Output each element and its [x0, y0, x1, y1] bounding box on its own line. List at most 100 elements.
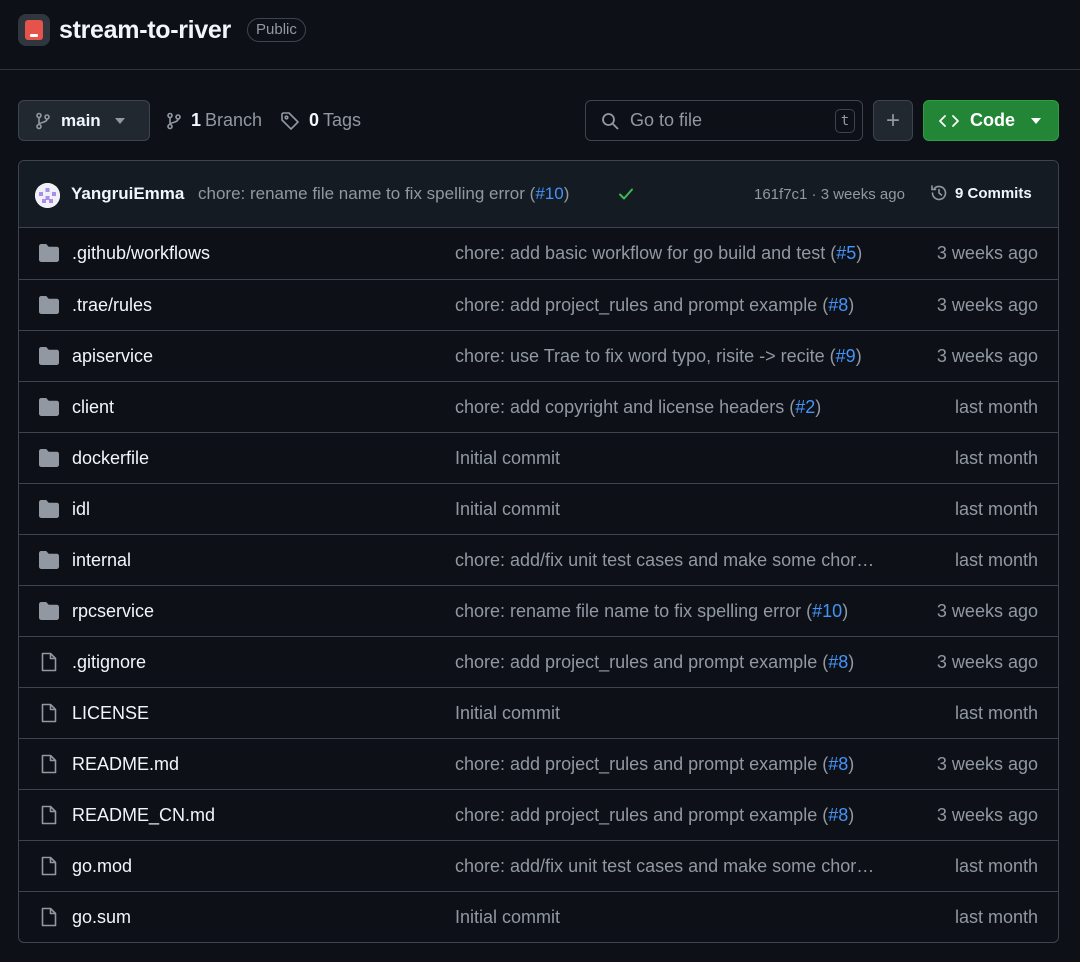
file-icon — [38, 856, 60, 876]
file-name-link[interactable]: client — [72, 397, 114, 418]
table-row[interactable]: README.md chore: add project_rules and pr… — [19, 738, 1058, 789]
avatar[interactable] — [35, 183, 60, 208]
file-name-link[interactable]: idl — [72, 499, 90, 520]
commits-count: 9 Commits — [955, 184, 1032, 202]
tags-link[interactable]: 0 Tags — [280, 100, 361, 141]
pr-link[interactable]: #8 — [828, 805, 848, 825]
file-commit-message[interactable]: chore: add copyright and license headers… — [455, 397, 821, 418]
check-icon[interactable] — [617, 185, 635, 203]
file-commit-age: last month — [954, 397, 1038, 417]
table-row[interactable]: go.mod chore: add/fix unit test cases and… — [19, 840, 1058, 891]
pr-link[interactable]: #8 — [828, 652, 848, 672]
file-commit-message[interactable]: Initial commit — [455, 448, 560, 469]
table-row[interactable]: LICENSE Initial commit last month — [19, 687, 1058, 738]
commit-author[interactable]: YangruiEmma — [71, 184, 184, 204]
pr-link[interactable]: #10 — [812, 601, 842, 621]
file-commit-age: last month — [954, 499, 1038, 519]
file-commit-message[interactable]: Initial commit — [455, 703, 560, 724]
file-icon — [38, 754, 60, 774]
file-name-link[interactable]: apiservice — [72, 346, 153, 367]
folder-icon — [38, 346, 60, 366]
branches-link[interactable]: 1 Branch — [166, 100, 262, 141]
commits-history-link[interactable]: 9 Commits — [929, 183, 1032, 203]
pr-link[interactable]: #10 — [535, 184, 563, 203]
table-row[interactable]: client chore: add copyright and license h… — [19, 381, 1058, 432]
file-commit-message[interactable]: chore: add project_rules and prompt exam… — [455, 754, 854, 775]
folder-icon — [38, 295, 60, 315]
file-name-link[interactable]: README.md — [72, 754, 179, 775]
file-browser: YangruiEmma chore: rename file name to f… — [18, 160, 1059, 943]
git-branch-icon — [35, 112, 51, 130]
table-row[interactable]: apiservice chore: use Trae to fix word ty… — [19, 330, 1058, 381]
file-name-link[interactable]: rpcservice — [72, 601, 154, 622]
caret-down-icon — [1031, 117, 1041, 124]
folder-icon — [38, 397, 60, 417]
go-to-file-input[interactable]: Go to file t — [585, 100, 863, 141]
table-row[interactable]: dockerfile Initial commit last month — [19, 432, 1058, 483]
table-row[interactable]: README_CN.md chore: add project_rules and… — [19, 789, 1058, 840]
commit-message[interactable]: chore: rename file name to fix spelling … — [198, 184, 569, 204]
pr-link[interactable]: #8 — [828, 754, 848, 774]
code-label: Code — [970, 110, 1015, 130]
shortcut-key: t — [835, 109, 855, 133]
file-commit-message[interactable]: chore: rename file name to fix spelling … — [455, 601, 848, 622]
file-name-link[interactable]: go.sum — [72, 907, 131, 928]
code-icon — [938, 113, 960, 129]
git-branch-icon — [166, 112, 182, 130]
file-commit-age: 3 weeks ago — [936, 243, 1038, 263]
repo-owner-avatar[interactable] — [18, 14, 50, 46]
file-commit-message[interactable]: chore: add/fix unit test cases and make … — [455, 550, 874, 571]
file-commit-message[interactable]: chore: add/fix unit test cases and make … — [455, 856, 874, 877]
pr-link[interactable]: #5 — [836, 243, 856, 263]
file-commit-age: last month — [954, 550, 1038, 570]
caret-down-icon — [114, 117, 125, 124]
table-row[interactable]: go.sum Initial commit last month — [19, 891, 1058, 942]
branches-label: Branch — [205, 110, 263, 130]
history-icon — [929, 183, 949, 203]
file-commit-message[interactable]: chore: add project_rules and prompt exam… — [455, 295, 854, 316]
file-commit-message[interactable]: Initial commit — [455, 499, 560, 520]
add-file-button[interactable]: + — [873, 100, 913, 141]
file-commit-message[interactable]: Initial commit — [455, 907, 560, 928]
table-row[interactable]: .github/workflows chore: add basic workfl… — [19, 228, 1058, 279]
pr-link[interactable]: #2 — [795, 397, 815, 417]
tags-label: Tags — [323, 110, 362, 130]
commit-hash-time[interactable]: 161f7c1 · 3 weeks ago — [754, 186, 905, 203]
file-name-link[interactable]: internal — [72, 550, 131, 571]
tag-icon — [280, 111, 300, 131]
visibility-badge: Public — [247, 18, 306, 42]
file-commit-age: last month — [954, 448, 1038, 468]
plus-icon: + — [885, 106, 900, 134]
folder-icon — [38, 448, 60, 468]
file-icon — [38, 703, 60, 723]
table-row[interactable]: .gitignore chore: add project_rules and p… — [19, 636, 1058, 687]
pr-link[interactable]: #9 — [836, 346, 856, 366]
file-commit-age: last month — [954, 856, 1038, 876]
file-name-link[interactable]: .gitignore — [72, 652, 146, 673]
file-commit-message[interactable]: chore: add project_rules and prompt exam… — [455, 652, 854, 673]
latest-commit-bar: YangruiEmma chore: rename file name to f… — [19, 161, 1058, 228]
file-icon — [38, 805, 60, 825]
table-row[interactable]: idl Initial commit last month — [19, 483, 1058, 534]
file-commit-message[interactable]: chore: use Trae to fix word typo, risite… — [455, 346, 862, 367]
branch-selector-button[interactable]: main — [18, 100, 150, 141]
file-name-link[interactable]: dockerfile — [72, 448, 149, 469]
pr-link[interactable]: #8 — [828, 295, 848, 315]
file-commit-message[interactable]: chore: add project_rules and prompt exam… — [455, 805, 854, 826]
file-name-link[interactable]: .trae/rules — [72, 295, 152, 316]
file-name-link[interactable]: LICENSE — [72, 703, 149, 724]
table-row[interactable]: internal chore: add/fix unit test cases a… — [19, 534, 1058, 585]
file-commit-message[interactable]: chore: add basic workflow for go build a… — [455, 243, 862, 264]
file-name-link[interactable]: go.mod — [72, 856, 132, 877]
folder-icon — [38, 243, 60, 263]
folder-icon — [38, 550, 60, 570]
table-row[interactable]: rpcservice chore: rename file name to fix… — [19, 585, 1058, 636]
folder-icon — [38, 499, 60, 519]
file-name-link[interactable]: README_CN.md — [72, 805, 215, 826]
file-commit-age: 3 weeks ago — [936, 805, 1038, 825]
branch-name: main — [61, 110, 101, 130]
code-button[interactable]: Code — [923, 100, 1059, 141]
table-row[interactable]: .trae/rules chore: add project_rules and … — [19, 279, 1058, 330]
repo-name[interactable]: stream-to-river — [59, 14, 231, 46]
file-name-link[interactable]: .github/workflows — [72, 243, 210, 264]
